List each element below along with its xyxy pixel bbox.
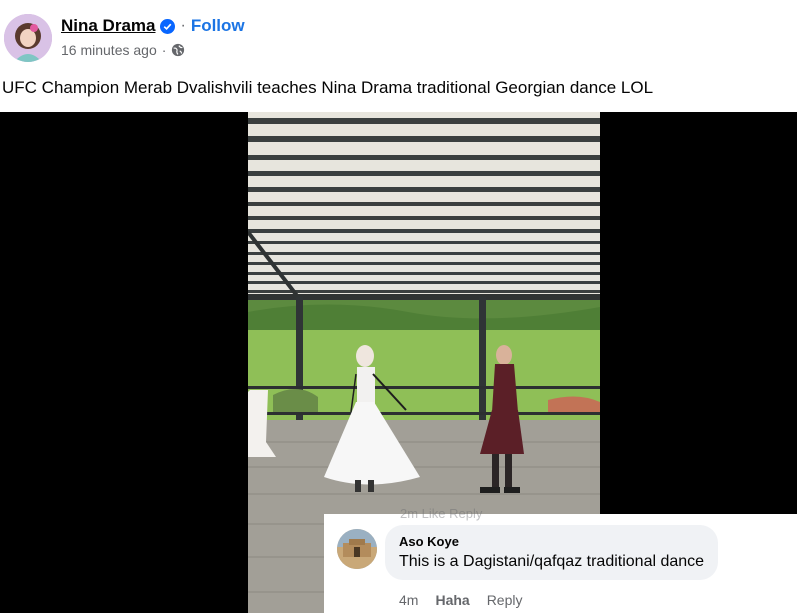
reply-button[interactable]: Reply [487,592,523,608]
post-caption: UFC Champion Merab Dvalishvili teaches N… [2,78,654,97]
post-meta: 16 minutes ago · [61,42,185,58]
avatar-image [4,14,52,62]
comment-actions: 4m Haha Reply [399,592,522,608]
commenter-avatar-image [337,529,377,569]
haha-reaction-button[interactable]: Haha [435,592,469,608]
author-name-link[interactable]: Nina Drama [61,16,155,36]
post-timestamp[interactable]: 16 minutes ago [61,42,157,58]
comment-panel: 2m Like Reply Aso Koye This is a Dagista… [324,506,797,613]
author-row: Nina Drama · Follow [61,16,245,36]
author-avatar[interactable] [4,14,52,62]
separator-dot: · [180,17,186,34]
commenter-name-link[interactable]: Aso Koye [399,534,704,549]
previous-comment-actions: 2m Like Reply [400,506,483,521]
commenter-avatar[interactable] [337,529,377,569]
comment-time[interactable]: 4m [399,592,418,608]
verified-badge-icon [160,18,176,34]
follow-button[interactable]: Follow [191,16,245,36]
globe-icon[interactable] [171,43,185,57]
comment-text: This is a Dagistani/qafqaz traditional d… [399,553,705,570]
post-header: Nina Drama · Follow 16 minutes ago · [0,0,797,70]
comment-bubble: Aso Koye This is a Dagistani/qafqaz trad… [385,525,719,580]
meta-separator: · [161,42,167,58]
